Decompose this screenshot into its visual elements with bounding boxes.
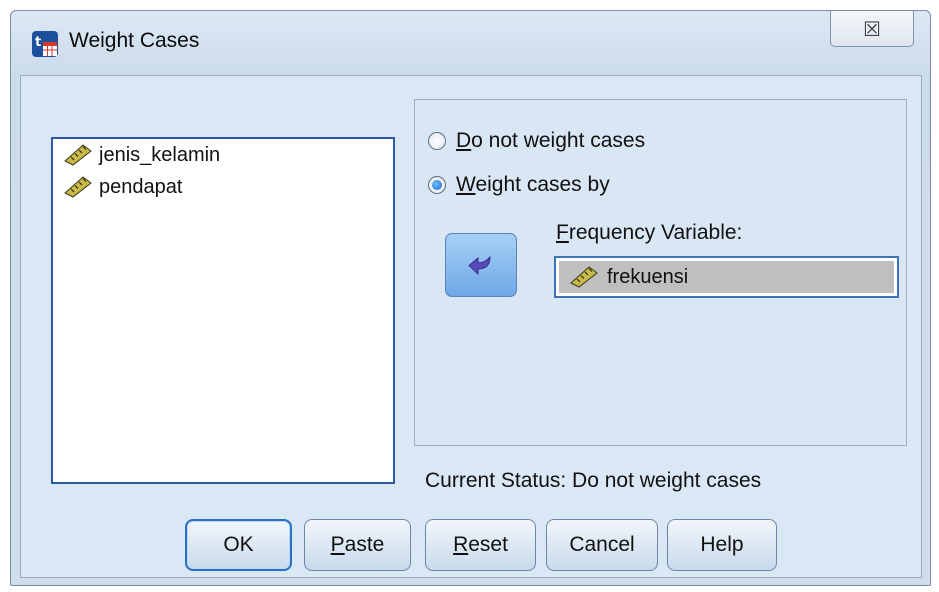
radio-button-checked[interactable] (428, 176, 446, 194)
spss-app-icon: t (32, 31, 58, 57)
paste-button[interactable]: Paste (304, 519, 411, 571)
list-item[interactable]: jenis_kelamin (53, 139, 393, 171)
radio-label: Weight cases by (456, 173, 610, 196)
current-status: Current Status: Do not weight cases (425, 469, 762, 492)
help-button[interactable]: Help (667, 519, 777, 571)
weight-cases-dialog: t Weight Cases ☒ jenis_kelamin pendapat … (10, 10, 931, 586)
frequency-variable-value: frekuensi (607, 265, 689, 288)
title-bar[interactable]: t Weight Cases ☒ (11, 11, 930, 75)
radio-label: Do not weight cases (456, 129, 646, 152)
variable-label: pendapat (99, 175, 183, 198)
dialog-title: Weight Cases (69, 29, 200, 52)
close-icon: ☒ (863, 16, 881, 41)
variable-label: jenis_kelamin (99, 143, 221, 166)
ok-button[interactable]: OK (185, 519, 292, 571)
ok-button-label: OK (223, 533, 254, 556)
radio-weight-cases-by[interactable]: Weight cases by (428, 173, 610, 197)
arrow-left-icon (468, 255, 491, 276)
radio-do-not-weight[interactable]: Do not weight cases (428, 129, 645, 153)
ruler-icon (64, 144, 92, 166)
ruler-icon (64, 176, 92, 198)
paste-button-label: Paste (330, 533, 385, 556)
move-variable-button[interactable] (445, 233, 517, 297)
source-variable-list[interactable]: jenis_kelamin pendapat (51, 137, 395, 484)
frequency-variable-selected[interactable]: frekuensi (559, 261, 894, 293)
ruler-icon (570, 266, 598, 288)
frequency-variable-label: Frequency Variable: (556, 221, 743, 244)
close-button[interactable]: ☒ (830, 11, 914, 47)
cancel-button-label: Cancel (569, 533, 635, 556)
help-button-label: Help (700, 533, 744, 556)
frequency-variable-field[interactable]: frekuensi (554, 256, 899, 298)
svg-text:t: t (35, 35, 41, 50)
cancel-button[interactable]: Cancel (546, 519, 658, 571)
reset-button[interactable]: Reset (425, 519, 536, 571)
radio-button[interactable] (428, 132, 446, 150)
reset-button-label: Reset (453, 533, 508, 556)
list-item[interactable]: pendapat (53, 171, 393, 203)
